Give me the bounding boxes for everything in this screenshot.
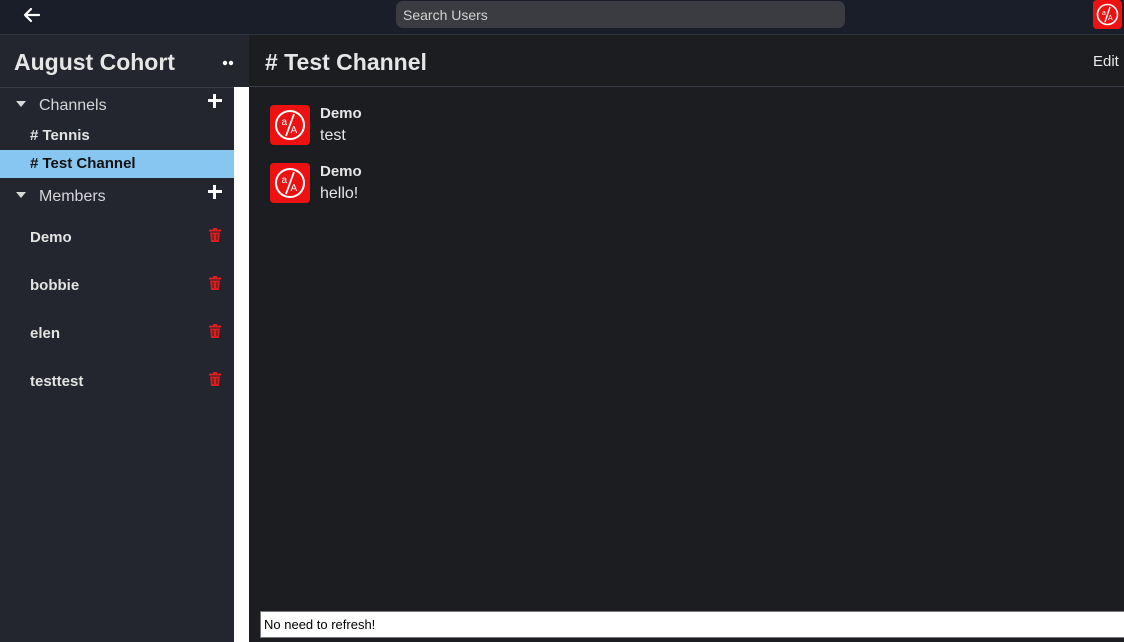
- header-divider: [0, 87, 249, 88]
- caret-down-icon[interactable]: [16, 101, 26, 107]
- member-item-demo: Demo: [0, 214, 234, 262]
- message-input[interactable]: [260, 611, 1124, 638]
- member-item-bobbie: bobbie: [0, 262, 234, 310]
- top-bar: a A: [0, 0, 1124, 35]
- channel-header: # Test Channel Edit: [249, 35, 1124, 87]
- member-name: testtest: [30, 373, 84, 390]
- trash-icon[interactable]: [209, 228, 221, 242]
- member-name: elen: [30, 325, 61, 342]
- message-item: a A Demo hello!: [270, 163, 1110, 207]
- message-item: a A Demo test: [270, 105, 1110, 149]
- add-channel-plus-icon[interactable]: [208, 94, 222, 108]
- message-author: Demo: [320, 163, 362, 180]
- sidebar-divider-top: [234, 35, 249, 87]
- channel-item-tennis[interactable]: # Tennis: [0, 122, 234, 150]
- channel-title: # Test Channel: [265, 49, 427, 75]
- sidebar-resize-handle[interactable]: [234, 87, 249, 642]
- message-author: Demo: [320, 105, 362, 122]
- member-name: bobbie: [30, 277, 80, 294]
- channels-section-header[interactable]: Channels: [0, 93, 234, 119]
- member-name: Demo: [30, 229, 72, 246]
- svg-text:a: a: [1102, 10, 1106, 17]
- message-text: test: [320, 127, 346, 144]
- back-arrow-icon[interactable]: [22, 5, 42, 25]
- caret-down-icon[interactable]: [16, 192, 26, 198]
- trash-icon[interactable]: [209, 324, 221, 338]
- member-item-testtest: testtest: [0, 358, 234, 406]
- svg-text:A: A: [1108, 15, 1113, 22]
- search-users-input[interactable]: [396, 1, 845, 28]
- svg-text:A: A: [291, 125, 298, 136]
- trash-icon[interactable]: [209, 276, 221, 290]
- add-member-plus-icon[interactable]: [208, 185, 222, 199]
- author-avatar-icon[interactable]: a A: [270, 163, 310, 203]
- channel-item-test-channel[interactable]: # Test Channel: [0, 150, 234, 178]
- member-item-elen: elen: [0, 310, 234, 358]
- author-avatar-icon[interactable]: a A: [270, 105, 310, 145]
- members-section-header[interactable]: Members: [0, 184, 234, 210]
- svg-text:a: a: [282, 117, 288, 128]
- message-list: a A Demo test a A Demo hello!: [249, 88, 1124, 608]
- sidebar: August Cohort Channels # Tennis # Test C…: [0, 35, 249, 642]
- trash-icon[interactable]: [209, 372, 221, 386]
- message-text: hello!: [320, 185, 359, 202]
- channels-label: Channels: [39, 97, 107, 114]
- workspace-title: August Cohort: [14, 49, 175, 75]
- members-label: Members: [39, 188, 106, 205]
- svg-text:A: A: [291, 183, 298, 194]
- svg-text:a: a: [282, 175, 288, 186]
- user-avatar-icon[interactable]: a A: [1093, 0, 1122, 29]
- edit-channel-button[interactable]: Edit: [1093, 53, 1119, 70]
